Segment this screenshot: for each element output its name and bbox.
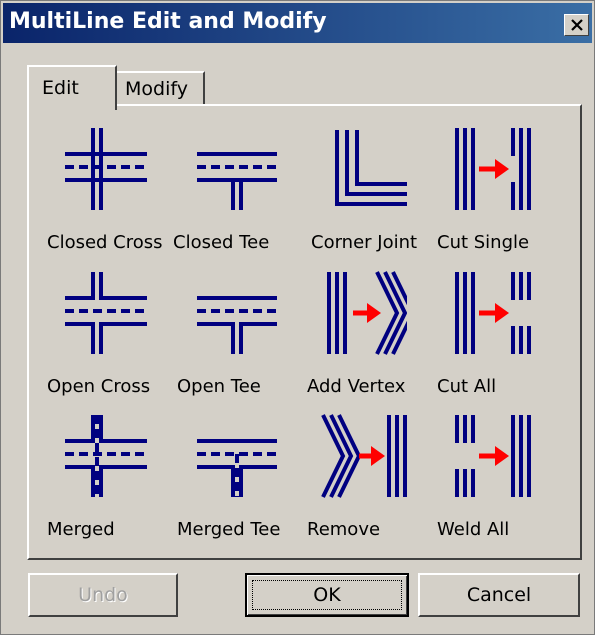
tool-closed-tee[interactable]: Closed Tee	[173, 124, 307, 254]
cancel-button[interactable]: Cancel	[418, 573, 580, 617]
open-cross-icon	[65, 272, 147, 354]
tool-label: Merged	[47, 519, 115, 540]
ok-button[interactable]: OK	[245, 573, 409, 617]
tool-add-vertex[interactable]: Add Vertex	[307, 268, 437, 398]
dialog-window: MultiLine Edit and Modify Edit Modify Cl…	[0, 0, 595, 635]
add-vertex-icon	[327, 271, 407, 355]
tab-modify-label: Modify	[125, 78, 188, 100]
tool-merged-cross[interactable]: Merged	[47, 411, 177, 541]
tab-panel-edit: Closed Cross Closed Tee Corner Joint Cut…	[27, 104, 582, 560]
tool-label: Open Cross	[47, 376, 151, 397]
closed-tee-icon	[197, 152, 277, 210]
undo-button[interactable]: Undo	[28, 573, 178, 617]
tool-label: Closed Tee	[173, 232, 270, 253]
tool-open-tee[interactable]: Open Tee	[177, 268, 307, 398]
tool-label: Remove	[307, 519, 381, 540]
corner-joint-icon	[335, 130, 407, 206]
tool-label: Weld All	[437, 519, 510, 540]
focus-rect	[252, 580, 402, 610]
tool-closed-cross[interactable]: Closed Cross	[47, 124, 177, 254]
tool-label: Open Tee	[177, 376, 261, 397]
weld-all-icon	[455, 415, 531, 497]
remove-vertex-icon	[321, 414, 407, 498]
tool-merged-tee[interactable]: Merged Tee	[177, 411, 307, 541]
tool-label: Corner Joint	[311, 232, 418, 253]
tool-label: Add Vertex	[307, 376, 406, 397]
closed-cross-icon	[65, 128, 147, 210]
tab-modify[interactable]: Modify	[117, 71, 205, 104]
tool-remove-vertex[interactable]: Remove	[307, 411, 437, 541]
tool-label: Cut Single	[437, 232, 530, 253]
tool-corner-joint[interactable]: Corner Joint	[307, 124, 437, 254]
tool-label: Closed Cross	[47, 232, 163, 253]
merged-cross-icon	[65, 415, 147, 497]
open-tee-icon	[197, 296, 277, 354]
tool-cut-single[interactable]: Cut Single	[437, 124, 567, 254]
tab-edit-label: Edit	[42, 77, 79, 99]
tool-label: Cut All	[437, 376, 497, 397]
tool-weld-all[interactable]: Weld All	[437, 411, 567, 541]
window-title: MultiLine Edit and Modify	[9, 9, 327, 34]
tool-open-cross[interactable]: Open Cross	[47, 268, 177, 398]
close-button[interactable]	[564, 14, 589, 36]
cut-all-icon	[455, 272, 531, 354]
tool-cut-all[interactable]: Cut All	[437, 268, 567, 398]
merged-tee-icon	[197, 439, 277, 497]
title-bar[interactable]: MultiLine Edit and Modify	[3, 3, 592, 43]
close-icon	[571, 19, 583, 31]
tab-edit[interactable]: Edit	[27, 65, 117, 110]
tool-label: Merged Tee	[177, 519, 281, 540]
cut-single-icon	[455, 128, 531, 210]
